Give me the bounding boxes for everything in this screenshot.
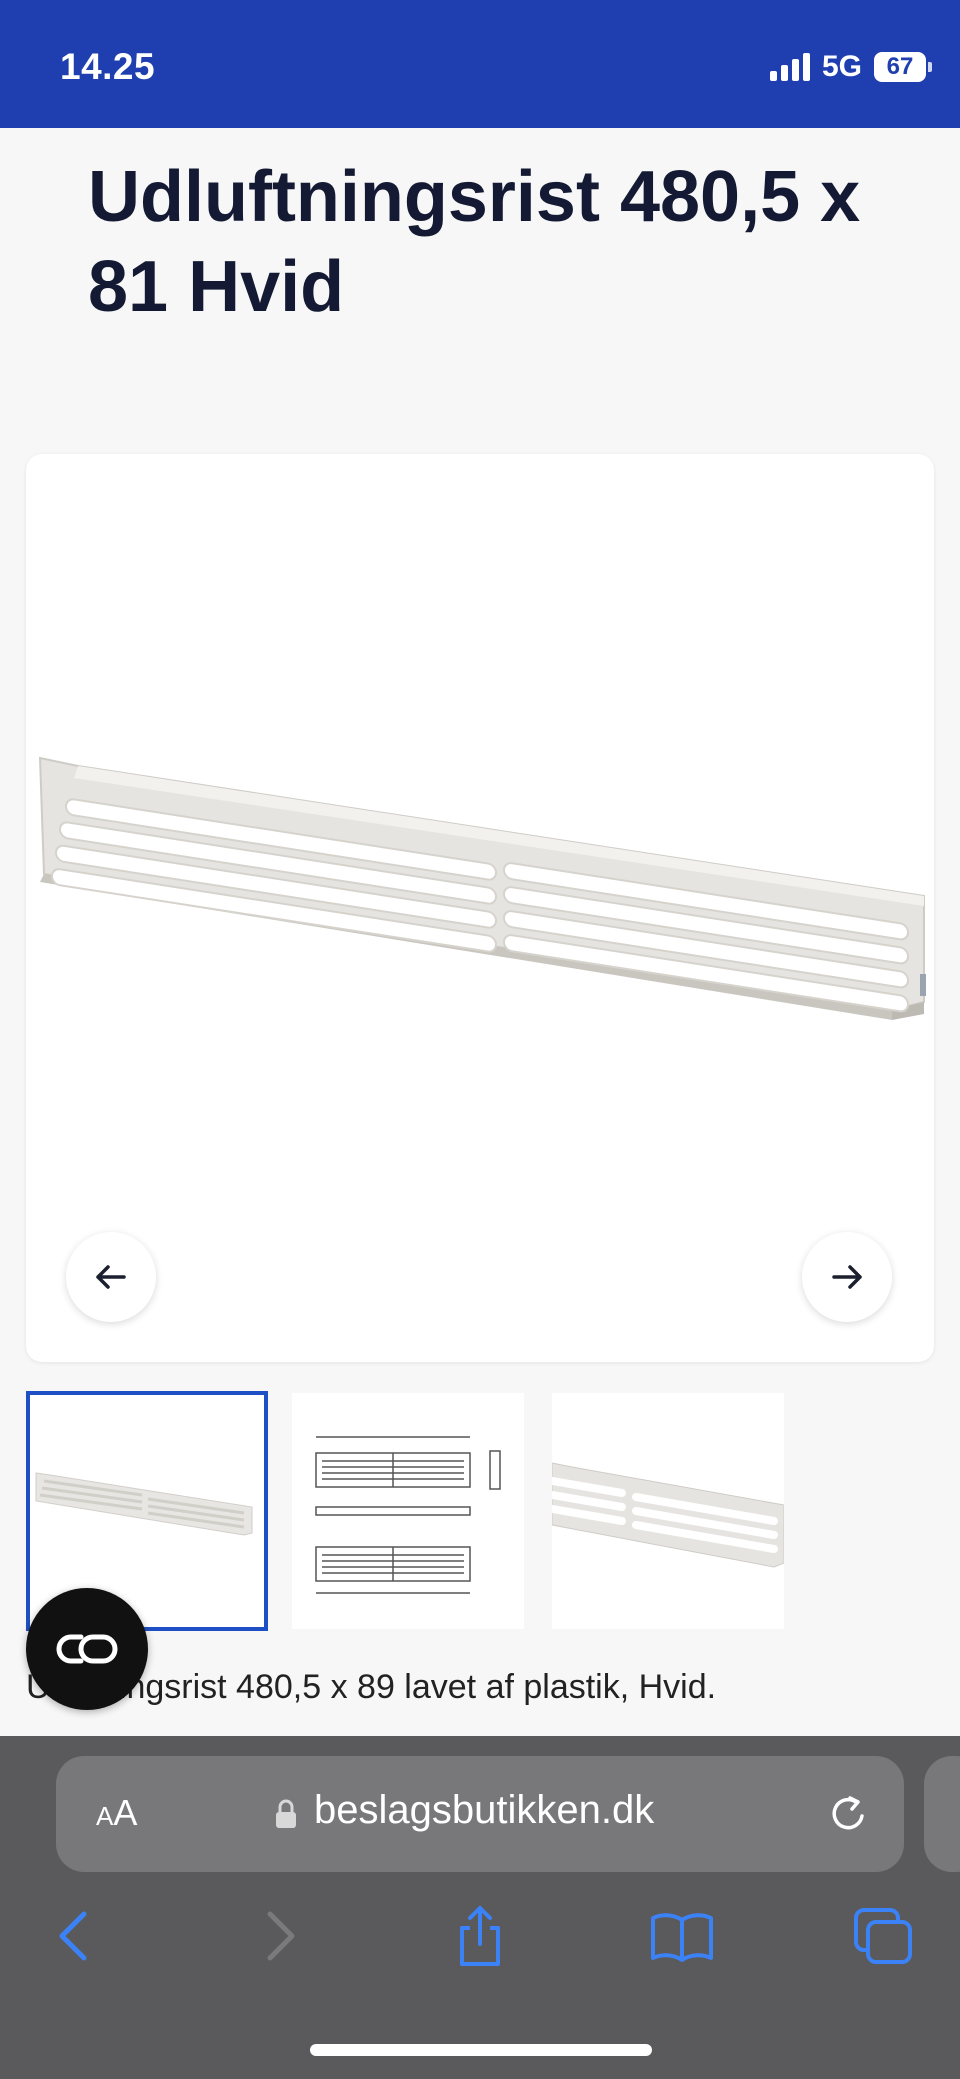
status-bar: 14.25 5G 67	[0, 0, 960, 128]
thumbnail-3[interactable]	[548, 1393, 785, 1629]
tabs-button[interactable]	[844, 1896, 924, 1976]
lock-icon	[276, 1799, 296, 1828]
browser-toolbar: AA beslagsbutikken.dk	[0, 1736, 960, 2079]
floating-link-button[interactable]	[26, 1588, 148, 1710]
thumbnail-closeup	[548, 1462, 785, 1568]
gallery-prev-button[interactable]	[66, 1232, 156, 1322]
description-text: tningsrist 480,5 x 89 lavet af plastik, …	[90, 1668, 717, 1706]
next-tab-peek[interactable]	[924, 1756, 960, 1872]
reload-icon[interactable]	[826, 1792, 870, 1836]
product-gallery	[26, 454, 934, 1362]
url-text: beslagsbutikken.dk	[314, 1788, 655, 1832]
browser-bottom-toolbar	[0, 1896, 960, 1986]
home-indicator	[310, 2044, 652, 2056]
address-bar[interactable]: AA beslagsbutikken.dk	[56, 1756, 904, 1872]
gallery-next-button[interactable]	[802, 1232, 892, 1322]
thumbnail-2[interactable]	[292, 1393, 524, 1629]
signal-icon	[769, 53, 810, 81]
status-indicators: 5G 67	[769, 50, 932, 84]
book-icon	[651, 1913, 713, 1962]
network-type: 5G	[821, 50, 862, 83]
back-button[interactable]	[34, 1896, 114, 1976]
chevron-right-icon	[267, 1911, 295, 1961]
arrow-left-icon	[96, 1265, 126, 1289]
share-button[interactable]	[440, 1896, 520, 1976]
tabs-icon	[854, 1908, 912, 1964]
forward-button[interactable]	[240, 1896, 320, 1976]
reader-settings-button[interactable]: AA	[96, 1792, 137, 1834]
page-title: Udluftningsrist 480,5 x 81 Hvid	[88, 157, 861, 327]
thumbnail-strip	[26, 1391, 934, 1633]
share-icon	[460, 1906, 500, 1966]
status-time: 14.25	[60, 46, 156, 87]
battery-icon: 67	[874, 52, 932, 82]
bookmarks-button[interactable]	[642, 1896, 722, 1976]
chevron-left-icon	[59, 1911, 87, 1961]
thumbnail-drawing	[315, 1436, 501, 1594]
arrow-right-icon	[832, 1265, 862, 1289]
link-icon	[56, 1634, 118, 1664]
product-image[interactable]	[26, 454, 934, 1362]
